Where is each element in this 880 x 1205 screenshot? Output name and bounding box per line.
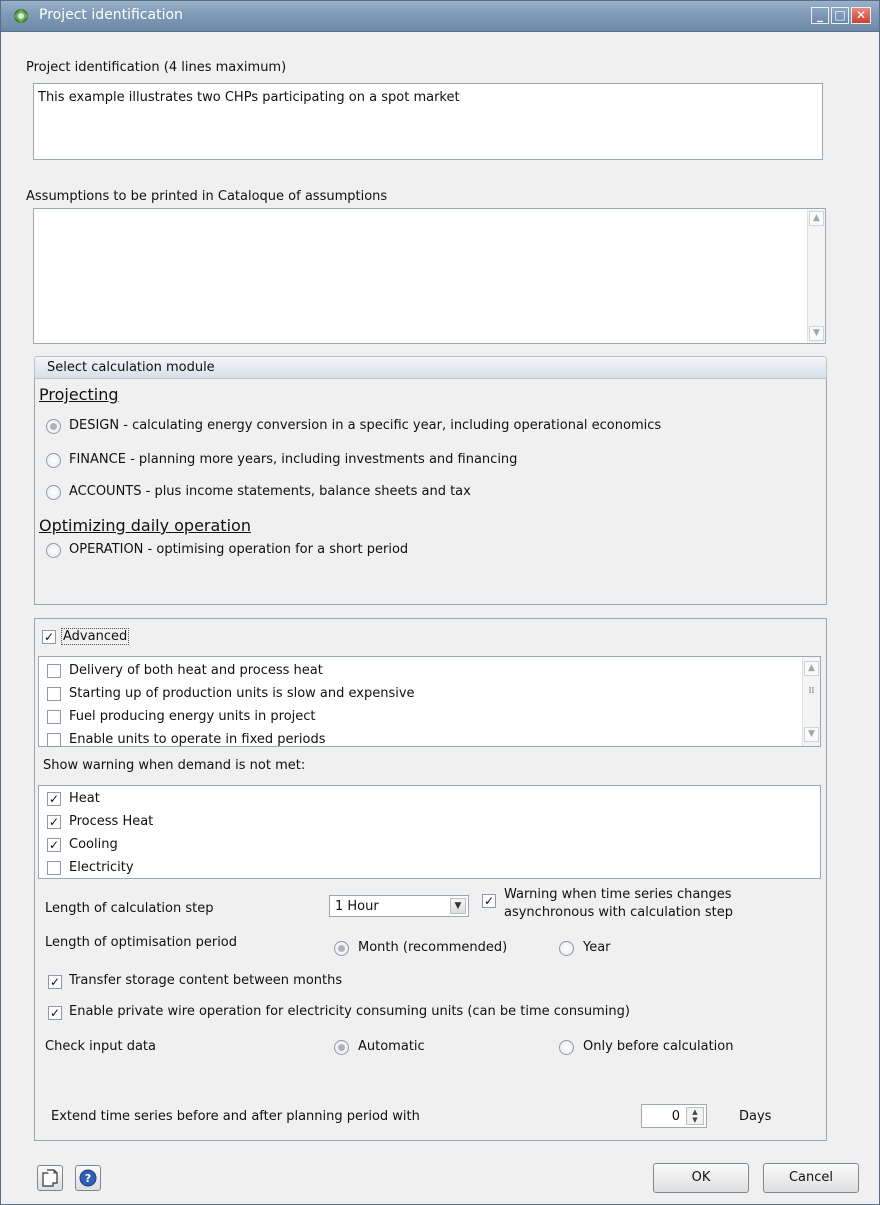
check-input-label: Check input data xyxy=(45,1039,156,1054)
opt-year-label[interactable]: Year xyxy=(583,940,611,955)
close-icon: ✕ xyxy=(855,8,867,22)
private-wire-checkbox[interactable]: ✓ xyxy=(48,1006,62,1020)
window-title: Project identification xyxy=(39,7,183,23)
warning-process-heat-checkbox[interactable]: ✓ xyxy=(47,815,61,829)
copy-button[interactable] xyxy=(37,1165,63,1191)
operation-radio-label[interactable]: OPERATION - optimising operation for a s… xyxy=(69,542,408,557)
warning-cooling-label[interactable]: Cooling xyxy=(69,837,118,852)
spinner-arrows-icon[interactable]: ▲ ▼ xyxy=(686,1107,704,1125)
project-identification-input[interactable]: This example illustrates two CHPs partic… xyxy=(33,83,823,160)
scroll-up-icon[interactable]: ▲ xyxy=(809,211,824,226)
accounts-radio[interactable] xyxy=(46,485,61,500)
warning-heat-label[interactable]: Heat xyxy=(69,791,100,806)
option-fixed-periods-checkbox[interactable] xyxy=(47,733,61,747)
calc-step-value: 1 Hour xyxy=(335,899,379,914)
maximize-button[interactable]: □ xyxy=(831,7,849,24)
extend-days-unit: Days xyxy=(739,1109,772,1124)
finance-radio[interactable] xyxy=(46,453,61,468)
title-bar[interactable]: Project identification _ □ ✕ xyxy=(1,1,879,32)
copy-icon xyxy=(42,1169,58,1187)
option-fuel-producing-label[interactable]: Fuel producing energy units in project xyxy=(69,709,316,724)
assumptions-input[interactable]: ▲ ▼ xyxy=(33,208,826,344)
minimize-button[interactable]: _ xyxy=(811,7,829,24)
help-button[interactable]: ? xyxy=(75,1165,101,1191)
option-fixed-periods-label[interactable]: Enable units to operate in fixed periods xyxy=(69,732,325,747)
option-fuel-producing-checkbox[interactable] xyxy=(47,710,61,724)
option-slow-startup-checkbox[interactable] xyxy=(47,687,61,701)
project-identification-label: Project identification (4 lines maximum) xyxy=(26,60,287,75)
warning-cooling-checkbox[interactable]: ✓ xyxy=(47,838,61,852)
projecting-title: Projecting xyxy=(39,385,119,404)
transfer-storage-label[interactable]: Transfer storage content between months xyxy=(69,973,342,988)
project-identification-value: This example illustrates two CHPs partic… xyxy=(38,90,460,105)
close-button[interactable]: ✕ xyxy=(851,7,871,24)
finance-radio-label[interactable]: FINANCE - planning more years, including… xyxy=(69,452,517,467)
warning-process-heat-label[interactable]: Process Heat xyxy=(69,814,153,829)
calculation-module-header: Select calculation module xyxy=(34,356,827,379)
opt-period-label: Length of optimisation period xyxy=(45,935,238,950)
ok-button[interactable]: OK xyxy=(653,1163,749,1193)
calc-step-label: Length of calculation step xyxy=(45,901,214,916)
scroll-up-icon[interactable]: ▲ xyxy=(804,661,819,676)
project-identification-dialog: Project identification _ □ ✕ Project ide… xyxy=(0,0,880,1205)
private-wire-label[interactable]: Enable private wire operation for electr… xyxy=(69,1004,630,1019)
check-before-calc-radio[interactable] xyxy=(559,1040,574,1055)
extend-series-label: Extend time series before and after plan… xyxy=(51,1109,420,1124)
check-automatic-radio[interactable] xyxy=(334,1040,349,1055)
advanced-checkbox[interactable]: ✓ xyxy=(42,630,56,644)
async-warning-label-line1[interactable]: Warning when time series changes xyxy=(504,887,732,902)
scroll-thumb-icon[interactable]: ⁞⁞ xyxy=(804,685,819,700)
async-warning-checkbox[interactable]: ✓ xyxy=(482,894,496,908)
opt-month-label[interactable]: Month (recommended) xyxy=(358,940,507,955)
check-before-calc-label[interactable]: Only before calculation xyxy=(583,1039,733,1054)
calc-step-select[interactable]: 1 Hour ▼ xyxy=(329,895,469,917)
warning-electricity-checkbox[interactable] xyxy=(47,861,61,875)
opt-month-radio[interactable] xyxy=(334,941,349,956)
calculation-module-header-label: Select calculation module xyxy=(47,360,215,375)
maximize-icon: □ xyxy=(834,8,846,22)
scroll-down-icon[interactable]: ▼ xyxy=(804,727,819,742)
design-radio[interactable] xyxy=(46,419,61,434)
option-slow-startup-label[interactable]: Starting up of production units is slow … xyxy=(69,686,415,701)
warning-demand-list[interactable] xyxy=(38,785,821,879)
minimize-icon: _ xyxy=(817,8,823,22)
scroll-down-icon[interactable]: ▼ xyxy=(809,326,824,341)
assumptions-scrollbar[interactable]: ▲ ▼ xyxy=(807,209,825,343)
warning-demand-label: Show warning when demand is not met: xyxy=(43,758,306,773)
advanced-options-scrollbar[interactable]: ▲ ⁞⁞ ▼ xyxy=(802,657,820,746)
async-warning-label-line2[interactable]: asynchronous with calculation step xyxy=(504,905,733,920)
accounts-radio-label[interactable]: ACCOUNTS - plus income statements, balan… xyxy=(69,484,471,499)
warning-electricity-label[interactable]: Electricity xyxy=(69,860,134,875)
check-automatic-label[interactable]: Automatic xyxy=(358,1039,425,1054)
transfer-storage-checkbox[interactable]: ✓ xyxy=(48,975,62,989)
extend-days-value: 0 xyxy=(671,1109,680,1124)
optimizing-title: Optimizing daily operation xyxy=(39,516,251,535)
opt-year-radio[interactable] xyxy=(559,941,574,956)
svg-text:?: ? xyxy=(85,1172,91,1185)
cancel-button[interactable]: Cancel xyxy=(763,1163,859,1193)
option-heat-process-checkbox[interactable] xyxy=(47,664,61,678)
extend-days-spinner[interactable]: 0 ▲ ▼ xyxy=(641,1104,707,1128)
advanced-label[interactable]: Advanced xyxy=(61,628,130,645)
assumptions-label: Assumptions to be printed in Cataloque o… xyxy=(26,189,388,204)
operation-radio[interactable] xyxy=(46,543,61,558)
design-radio-label[interactable]: DESIGN - calculating energy conversion i… xyxy=(69,418,661,433)
app-icon xyxy=(14,9,28,23)
option-heat-process-label[interactable]: Delivery of both heat and process heat xyxy=(69,663,323,678)
chevron-down-icon[interactable]: ▼ xyxy=(450,898,466,914)
warning-heat-checkbox[interactable]: ✓ xyxy=(47,792,61,806)
help-icon: ? xyxy=(79,1169,97,1187)
